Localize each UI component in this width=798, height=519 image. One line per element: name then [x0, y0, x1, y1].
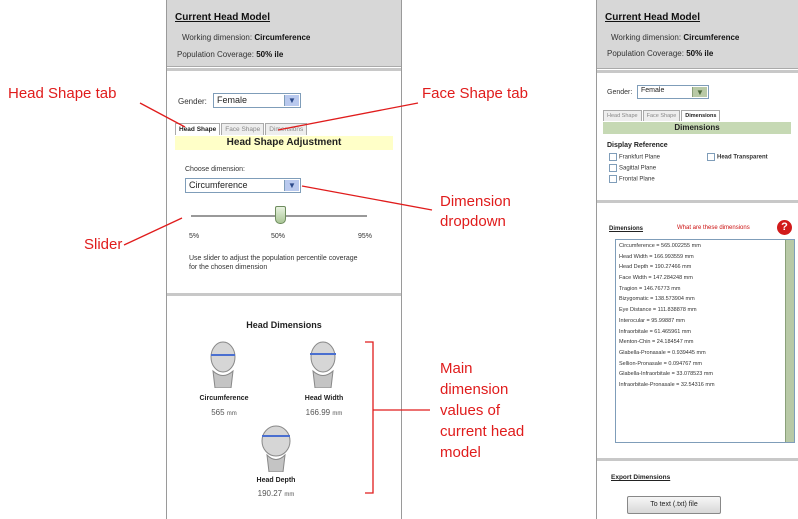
annotation-dimension-dropdown: Dimension dropdown [440, 192, 511, 232]
gender-value: Female [641, 87, 665, 94]
list-item[interactable]: Tragion = 146.76773 mm [616, 284, 794, 295]
list-item[interactable]: Infraorbitale = 61.465961 mm [616, 327, 794, 338]
checkbox-label: Sagittal Plane [619, 165, 657, 172]
annotation-line-text: Dimension [440, 193, 511, 210]
list-item[interactable]: Menton-Chin = 24.184547 mm [616, 337, 794, 348]
right-panel: Current Head Model Working dimension: Ci… [596, 0, 798, 519]
checkbox-frankfurt-plane[interactable]: Frankfurt Plane [609, 153, 660, 161]
list-item[interactable]: Eye Distance = 111.838878 mm [616, 305, 794, 316]
annotation-line-text: dimension [440, 381, 509, 398]
chevron-down-icon: ▼ [692, 87, 707, 97]
dimensions-label: Dimensions [609, 226, 644, 232]
list-item[interactable]: Interocular = 95.99887 mm [616, 316, 794, 327]
annotation-main-values: Main dimension values of current head mo… [440, 358, 524, 463]
annotation-line-dropdown [301, 185, 433, 211]
checkbox-label: Frankfurt Plane [619, 154, 661, 161]
checkbox-sagittal-plane[interactable]: Sagittal Plane [609, 164, 656, 172]
list-item[interactable]: Face Width = 147.284248 mm [616, 273, 794, 284]
export-txt-button[interactable]: To text (.txt) file [627, 496, 721, 514]
annotation-bracket [365, 341, 374, 494]
current-head-model-header: Current Head Model Working dimension: Ci… [597, 0, 798, 69]
coverage-line: Population Coverage: 50% ile [607, 49, 713, 58]
annotation-line-text: model [440, 444, 481, 461]
checkbox-label: Frontal Plane [619, 176, 655, 183]
annotation-line-head-shape [139, 102, 186, 128]
working-dimension-label: Working dimension: [611, 33, 682, 42]
tab-face-shape[interactable]: Face Shape [642, 110, 681, 121]
tab-head-shape[interactable]: Head Shape [603, 110, 642, 121]
section-title: Dimensions [603, 122, 791, 134]
list-item[interactable]: Head Depth = 190.27466 mm [616, 262, 794, 273]
divider [597, 458, 798, 461]
checkbox-box[interactable] [707, 153, 715, 161]
checkbox-head-transparent[interactable]: Head Transparent [707, 153, 768, 161]
working-dimension-value: Circumference [683, 33, 740, 42]
checkbox-box[interactable] [609, 153, 617, 161]
scrollbar[interactable] [785, 240, 794, 442]
checkbox-box[interactable] [609, 164, 617, 172]
list-item[interactable]: Infraorbitale-Pronasale = 32.54316 mm [616, 380, 794, 391]
gender-label: Gender: [607, 89, 633, 96]
list-item[interactable]: Bizygomatic = 138.573904 mm [616, 294, 794, 305]
list-item[interactable]: Glabella-Infraorbitale = 33.078523 mm [616, 369, 794, 380]
annotation-head-shape-tab: Head Shape tab [8, 85, 117, 102]
checkbox-frontal-plane[interactable]: Frontal Plane [609, 175, 655, 183]
tab-bar: Head Shape Face Shape Dimensions [603, 110, 721, 121]
help-icon[interactable]: ? [777, 220, 792, 235]
checkbox-box[interactable] [609, 175, 617, 183]
annotation-line-text: dropdown [440, 213, 506, 230]
coverage-value: 50% ile [686, 49, 714, 58]
annotation-line-text: Main [440, 360, 473, 377]
header-title: Current Head Model [605, 12, 701, 23]
working-dimension-line: Working dimension: Circumference [611, 33, 739, 42]
annotation-line-text: current head [440, 423, 525, 440]
checkbox-label: Head Transparent [717, 154, 768, 161]
annotation-face-shape-tab: Face Shape tab [422, 85, 528, 102]
dimensions-list[interactable]: Circumference = 565.002255 mm Head Width … [615, 239, 795, 443]
divider [597, 200, 798, 203]
annotation-line-text: values of [440, 402, 501, 419]
annotation-line-face-shape [277, 102, 419, 131]
gender-select[interactable]: Female ▼ [637, 85, 709, 99]
annotation-line-slider [123, 217, 183, 246]
list-item[interactable]: Circumference = 565.002255 mm [616, 241, 794, 252]
display-reference-title: Display Reference [607, 142, 668, 149]
list-item[interactable]: Glabella-Pronasale = 0.939445 mm [616, 348, 794, 359]
tab-dimensions[interactable]: Dimensions [681, 110, 721, 121]
what-are-these-link[interactable]: What are these dimensions [677, 225, 750, 231]
coverage-label: Population Coverage: [607, 49, 684, 58]
divider [597, 70, 798, 73]
annotation-slider: Slider [84, 236, 123, 253]
list-item[interactable]: Sellion-Pronasale = 0.094767 mm [616, 359, 794, 370]
list-item[interactable]: Head Width = 166.993559 mm [616, 252, 794, 263]
export-title: Export Dimensions [611, 474, 671, 481]
